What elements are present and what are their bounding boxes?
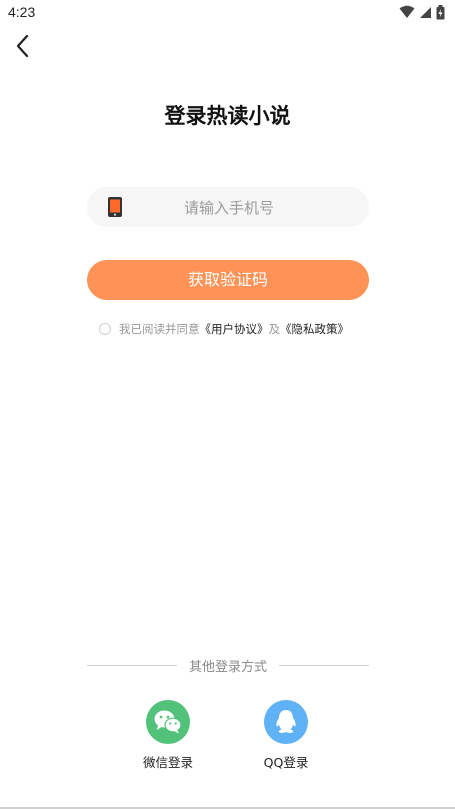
qq-login-button[interactable]: QQ登录 — [246, 700, 326, 771]
wechat-login-button[interactable]: 微信登录 — [128, 700, 208, 771]
agreement-conj: 及 — [268, 322, 281, 336]
divider-right — [279, 665, 369, 666]
qq-login-label: QQ登录 — [263, 755, 309, 770]
status-time: 4:23 — [8, 4, 36, 20]
privacy-policy-link[interactable]: 《隐私政策》 — [280, 321, 349, 337]
phone-icon — [108, 197, 122, 217]
chevron-left-icon — [16, 34, 29, 58]
qq-icon — [264, 700, 308, 744]
status-icons — [399, 4, 445, 20]
agreement-prefix: 我已阅读并同意 — [119, 322, 200, 336]
agreement-checkbox[interactable] — [99, 323, 111, 335]
wifi-icon — [399, 5, 415, 18]
wechat-icon — [146, 700, 190, 744]
status-bar: 4:23 — [0, 0, 455, 26]
wechat-login-label: 微信登录 — [142, 755, 193, 770]
signal-icon — [420, 6, 431, 18]
get-code-button[interactable]: 获取验证码 — [87, 260, 369, 300]
phone-field[interactable] — [87, 187, 369, 229]
page-title: 登录热读小说 — [164, 104, 291, 128]
battery-icon — [436, 4, 445, 19]
back-button[interactable] — [10, 32, 38, 60]
other-login-divider: 其他登录方式 — [87, 656, 369, 675]
agreement-row: 我已阅读并同意 《用户协议》 及 《隐私政策》 — [99, 320, 349, 338]
user-agreement-link[interactable]: 《用户协议》 — [200, 321, 269, 337]
phone-input[interactable] — [127, 187, 331, 229]
